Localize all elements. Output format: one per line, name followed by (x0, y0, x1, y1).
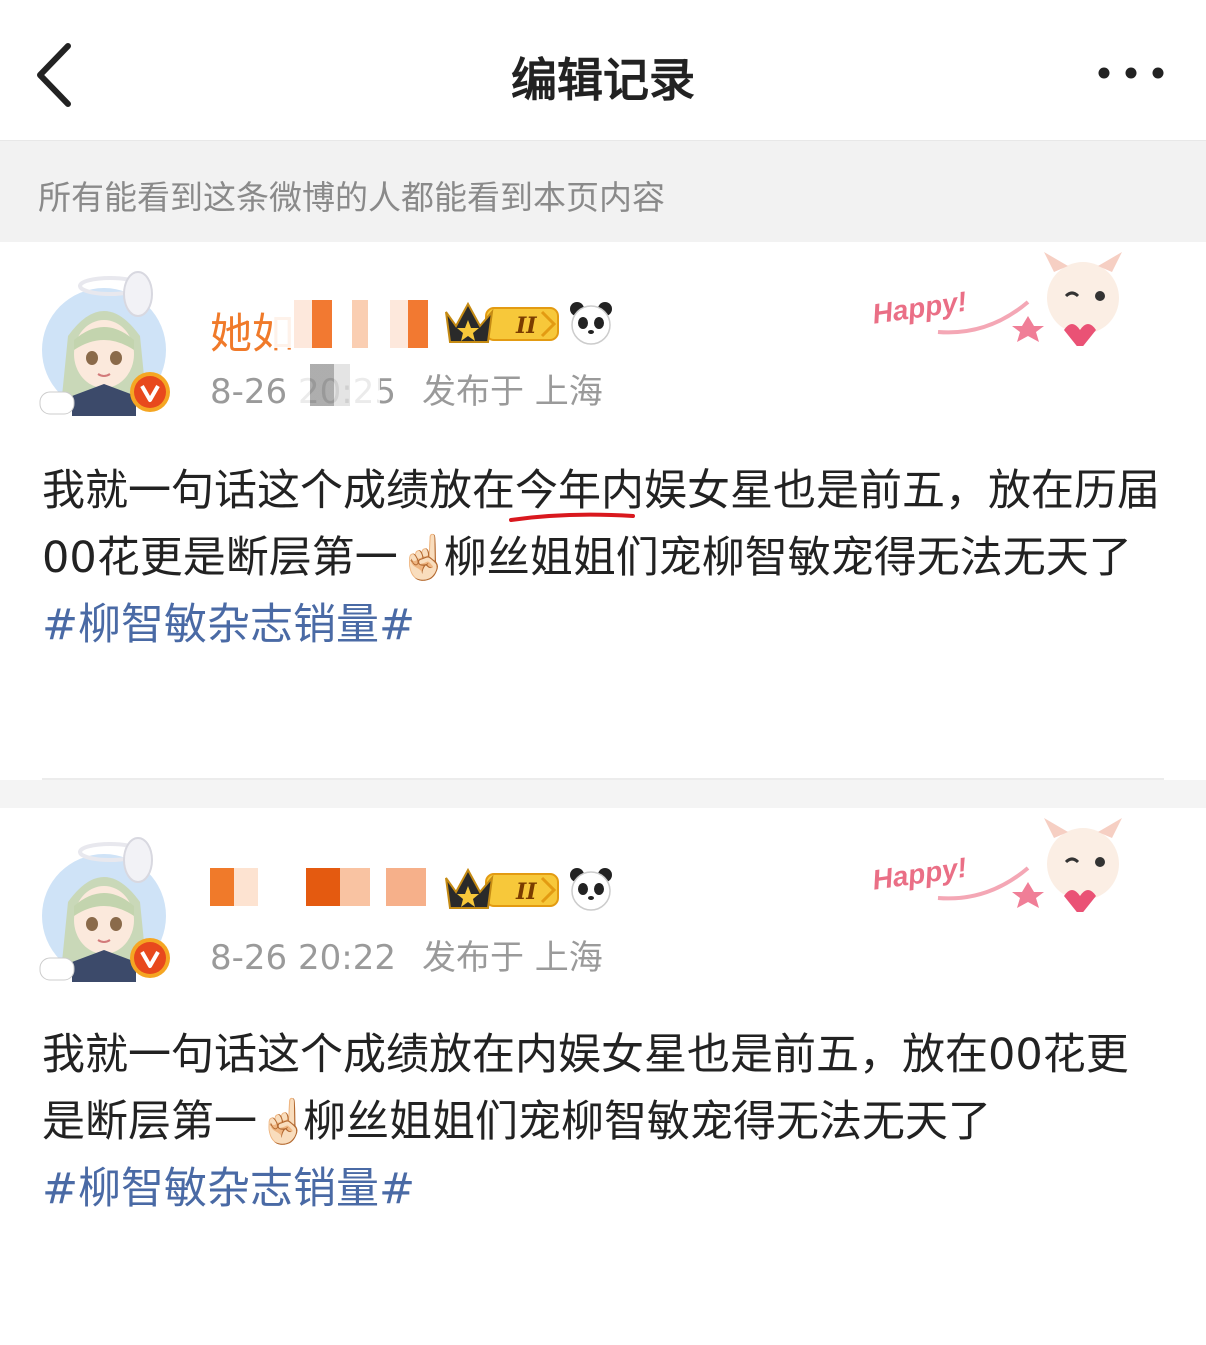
post-content: 我就一句话这个成绩放在内娱女星也是前五，放在00花更是断层第一☝🏻柳丝姐姐们宠柳… (42, 1022, 1166, 1223)
happy-sticker-decoration: Happy! (870, 252, 1122, 346)
post-meta: 8-26 20:22 发布于 上海 (210, 930, 603, 979)
post-text-segment: 柳丝姐姐们宠柳智敏宠得无法无天了 (303, 1097, 991, 1147)
pointing-up-emoji: ☝🏻 (257, 1097, 311, 1147)
username-redaction (272, 300, 442, 348)
hashtag-link[interactable]: #柳智敏杂志销量# (42, 592, 1166, 659)
pointing-up-emoji: ☝🏻 (397, 533, 452, 583)
post-text-segment: 柳丝姐姐们宠柳智敏宠得无法无天了 (443, 533, 1132, 583)
hashtag-link[interactable]: #柳智敏杂志销量# (42, 1156, 1166, 1223)
post-time: 8-26 20:22 (210, 938, 396, 978)
post-meta: 8-26 20:25发布于 上海 (210, 364, 603, 413)
underlined-text: 今年 (509, 466, 635, 522)
ellipsis-icon (1098, 67, 1164, 79)
post-location: 发布于 上海 (421, 938, 603, 978)
time-redaction (290, 364, 380, 406)
more-button[interactable] (1096, 58, 1166, 88)
post-location: 发布于 上海 (421, 372, 603, 412)
post-content: 我就一句话这个成绩放在今年 内娱女星也是前五，放在历届00花更是断层第一☝🏻柳丝姐… (42, 458, 1166, 659)
visibility-notice: 所有能看到这条微博的人都能看到本页内容 (0, 141, 1206, 242)
happy-sticker-text: Happy! (870, 852, 968, 896)
red-underline-mark (509, 512, 635, 522)
top-bar: 编辑记录 (0, 0, 1206, 141)
panda-icon (570, 302, 612, 345)
svg-text:II: II (515, 879, 537, 905)
svg-text:II: II (515, 313, 537, 339)
username-redaction (210, 868, 426, 906)
panda-icon (570, 868, 612, 911)
avatar[interactable] (38, 266, 170, 416)
edit-record-item: 她如 II 8-26 20:25发布于 上海 Happy! 我就一句话这个成绩放… (0, 242, 1206, 779)
happy-sticker-text: Happy! (870, 286, 968, 330)
visibility-notice-text: 所有能看到这条微博的人都能看到本页内容 (38, 178, 665, 217)
section-gap (0, 780, 1206, 808)
avatar[interactable] (38, 832, 170, 982)
post-text-segment: 我就一句话这个成绩放在 (42, 466, 515, 516)
page-title: 编辑记录 (511, 53, 695, 107)
happy-sticker-decoration: Happy! (870, 818, 1122, 912)
crown-badge-icon: II (445, 867, 559, 909)
edit-record-item: II 8-26 20:22 发布于 上海 Happy! 我就一句话这个成绩放在内娱… (0, 808, 1206, 1345)
crown-badge-icon: II (445, 301, 559, 343)
